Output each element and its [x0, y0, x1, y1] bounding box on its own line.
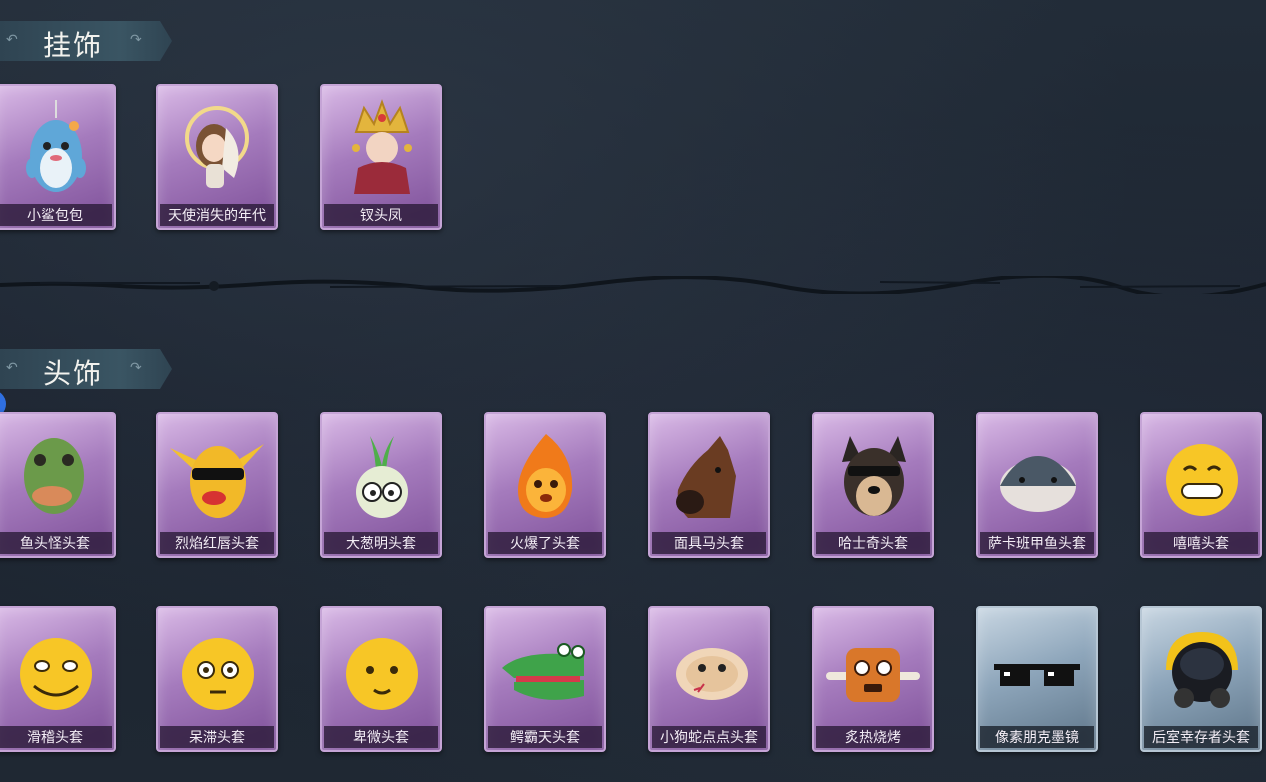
item-card-crocodile[interactable]: 鳄霸天头套: [484, 606, 606, 752]
item-card-yellow-lips[interactable]: 烈焰红唇头套: [156, 412, 278, 558]
section-title-headwear: 头饰: [43, 357, 104, 390]
item-card-sacabambaspis[interactable]: 萨卡班甲鱼头套: [976, 412, 1098, 558]
item-card-horse[interactable]: 面具马头套: [648, 412, 770, 558]
section-title-charms: 挂饰: [43, 29, 104, 62]
funny-emoji-mask-icon: [20, 638, 92, 710]
phoenix-crown-charm-icon: [352, 99, 412, 194]
item-card-shark-bag[interactable]: 小鲨包包: [0, 84, 116, 230]
scallion-mask-icon: [356, 436, 408, 518]
shark-bag-charm-icon: [26, 100, 86, 192]
snake-mask-icon: [676, 648, 748, 700]
gas-mask-helmet-icon: [1166, 632, 1238, 708]
item-label: 滑稽头套: [0, 726, 112, 748]
item-card-phoenix-crown[interactable]: 钗头凤: [320, 84, 442, 230]
item-card-fire[interactable]: 火爆了头套: [484, 412, 606, 558]
item-card-husky[interactable]: 哈士奇头套: [812, 412, 934, 558]
item-label: 哈士奇头套: [816, 532, 930, 554]
item-card-humble[interactable]: 卑微头套: [320, 606, 442, 752]
item-label: 大葱明头套: [324, 532, 438, 554]
yellow-red-lips-mask-icon: [170, 444, 264, 518]
fire-mask-icon: [518, 434, 573, 518]
item-card-grin[interactable]: 嘻嘻头套: [1140, 412, 1262, 558]
crocodile-mask-icon: [502, 643, 585, 700]
item-label: 像素朋克墨镜: [980, 726, 1094, 748]
humble-emoji-mask-icon: [346, 638, 418, 710]
grin-emoji-mask-icon: [1166, 444, 1238, 516]
ornament-right-icon: ↷: [130, 359, 142, 375]
item-label: 火爆了头套: [488, 532, 602, 554]
ornament-left-icon: ↶: [6, 359, 18, 375]
ornament-right-icon: ↷: [130, 31, 142, 47]
item-label: 呆滞头套: [160, 726, 274, 748]
item-label: 面具马头套: [652, 532, 766, 554]
item-label: 小鲨包包: [0, 204, 112, 226]
item-label: 小狗蛇点点头套: [652, 726, 766, 748]
item-label: 鱼头怪头套: [0, 532, 112, 554]
item-label: 天使消失的年代: [160, 204, 274, 226]
item-card-angel-doll[interactable]: 天使消失的年代: [156, 84, 278, 230]
item-card-snake[interactable]: 小狗蛇点点头套: [648, 606, 770, 752]
item-card-funny[interactable]: 滑稽头套: [0, 606, 116, 752]
pixel-sunglasses-icon: [994, 664, 1080, 686]
horse-mask-icon: [676, 436, 736, 518]
item-label: 鳄霸天头套: [488, 726, 602, 748]
item-card-gas-mask[interactable]: 后室幸存者头套: [1140, 606, 1262, 752]
item-card-dazed[interactable]: 呆滞头套: [156, 606, 278, 752]
sacabambaspis-mask-icon: [1000, 456, 1076, 512]
angel-doll-charm-icon: [185, 106, 249, 188]
dazed-emoji-mask-icon: [182, 638, 254, 710]
item-label: 烈焰红唇头套: [160, 532, 274, 554]
section-tab-charms: ↶ 挂饰 ↷: [0, 21, 172, 61]
item-label: 卑微头套: [324, 726, 438, 748]
item-label: 嘻嘻头套: [1144, 532, 1258, 554]
item-label: 后室幸存者头套: [1144, 726, 1258, 748]
item-card-scallion[interactable]: 大葱明头套: [320, 412, 442, 558]
item-card-pixel-sunglasses[interactable]: 像素朋克墨镜: [976, 606, 1098, 752]
ornament-left-icon: ↶: [6, 31, 18, 47]
grilled-meat-mask-icon: [826, 648, 920, 702]
section-tab-headwear: ↶ 头饰 ↷: [0, 349, 172, 389]
item-label: 萨卡班甲鱼头套: [980, 532, 1094, 554]
husky-mask-icon: [842, 436, 906, 516]
item-label: 炙热烧烤: [816, 726, 930, 748]
item-card-fish-head[interactable]: 鱼头怪头套: [0, 412, 116, 558]
item-label: 钗头凤: [324, 204, 438, 226]
section-divider: [0, 276, 1266, 294]
item-card-grill[interactable]: 炙热烧烤: [812, 606, 934, 752]
fish-head-mask-icon: [24, 438, 84, 514]
